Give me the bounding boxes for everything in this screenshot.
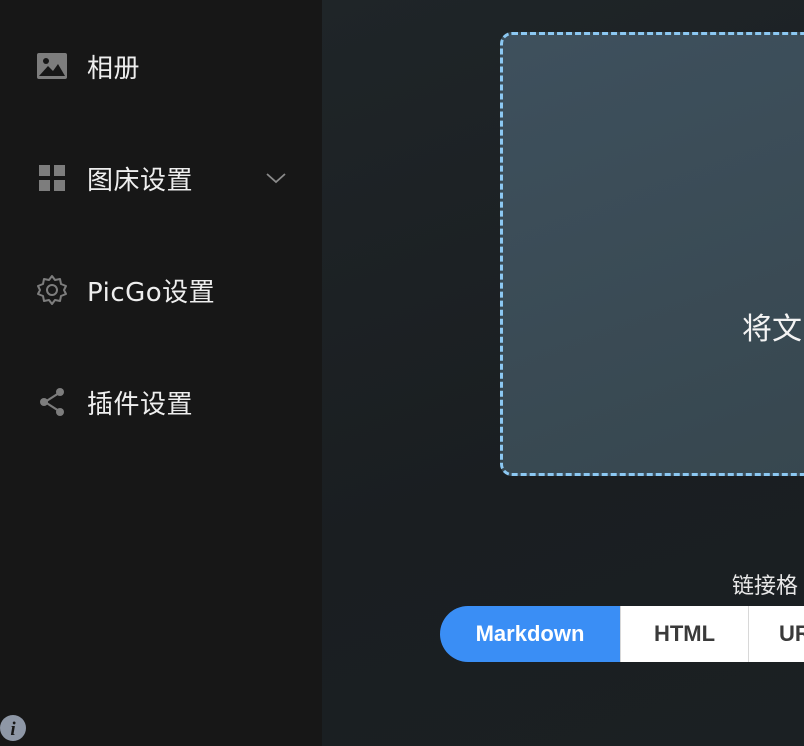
sidebar-item-label: PicGo设置 <box>87 277 216 308</box>
format-html-button[interactable]: HTML <box>620 606 748 662</box>
sidebar-item-label: 插件设置 <box>87 389 194 420</box>
sidebar: 相册 图床设置 PicGo设置 插件设置 i <box>0 0 322 746</box>
link-format-label: 链接格 <box>732 574 799 599</box>
grid-icon <box>36 162 68 194</box>
sidebar-item-picbed-settings[interactable]: 图床设置 <box>0 148 322 208</box>
image-icon <box>36 50 68 82</box>
sidebar-item-label: 相册 <box>87 53 141 84</box>
chevron-down-icon[interactable] <box>264 166 288 190</box>
sidebar-item-album[interactable]: 相册 <box>0 36 322 96</box>
info-icon[interactable]: i <box>0 714 28 742</box>
sidebar-item-picgo-settings[interactable]: PicGo设置 <box>0 260 322 320</box>
sidebar-item-label: 图床设置 <box>87 165 194 196</box>
format-url-button[interactable]: UR <box>748 606 804 662</box>
app-window: 相册 图床设置 PicGo设置 插件设置 i 将文 链接格 Markdown H… <box>0 0 804 746</box>
share-icon <box>36 386 68 418</box>
sidebar-item-plugin-settings[interactable]: 插件设置 <box>0 372 322 432</box>
upload-dropzone[interactable] <box>500 32 804 476</box>
svg-text:i: i <box>10 719 16 740</box>
format-markdown-button[interactable]: Markdown <box>440 606 620 662</box>
dropzone-hint: 将文 <box>742 312 802 347</box>
gear-icon <box>36 274 68 306</box>
link-format-selector: Markdown HTML UR <box>440 606 804 662</box>
